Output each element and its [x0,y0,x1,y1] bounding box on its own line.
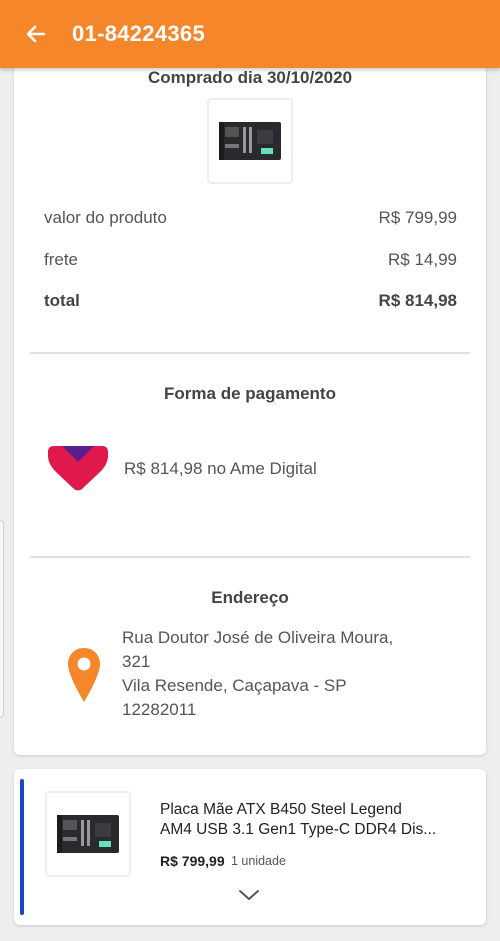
item-quantity: 1 unidade [231,854,286,868]
item-name-line: AM4 USB 3.1 Gen1 Type-C DDR4 Dis... [160,821,437,838]
shipping-row: frete R$ 14,99 [44,250,457,270]
chevron-down-icon[interactable] [237,887,261,903]
address-line: 12282011 [122,700,197,719]
address-line: Rua Doutor José de Oliveira Moura, [122,628,394,647]
divider [30,352,470,354]
total-label: total [44,291,80,310]
item-thumbnail [45,791,131,877]
shipping-label: frete [44,250,79,269]
motherboard-image [219,122,281,160]
address-line: Vila Resende, Caçapava - SP [122,676,347,695]
order-summary-card: Comprado dia 30/10/2020 valor do produto… [14,40,486,755]
item-name-line: Placa Mãe ATX B450 Steel Legend [160,801,402,818]
product-value-amount: R$ 799,99 [378,208,457,227]
address-line: 321 [122,652,151,671]
product-value-label: valor do produto [44,208,167,227]
payment-description: R$ 814,98 no Ame Digital [124,459,317,478]
product-thumbnail [207,98,293,184]
motherboard-image [57,815,119,853]
shipping-amount: R$ 14,99 [388,250,457,269]
order-item-card[interactable]: Placa Mãe ATX B450 Steel Legend AM4 USB … [14,769,486,925]
address-section-title: Endereço [211,588,289,607]
accent-bar [20,779,24,915]
purchase-date: Comprado dia 30/10/2020 [147,68,353,87]
payment-section-title: Forma de pagamento [164,384,336,403]
app-bar: 01-84224365 [0,0,500,68]
delivery-address: Rua Doutor José de Oliveira Moura, 321 V… [122,626,462,722]
arrow-left-icon [26,25,46,43]
order-number-title: 01-84224365 [72,21,205,46]
side-edge-tab [0,520,4,718]
divider [30,556,470,558]
item-name: Placa Mãe ATX B450 Steel Legend AM4 USB … [160,800,460,840]
item-price: R$ 799,99 [160,853,225,869]
total-amount: R$ 814,98 [378,291,457,310]
product-value-row: valor do produto R$ 799,99 [44,208,457,228]
back-button[interactable] [18,16,54,52]
ame-digital-logo [48,446,108,491]
location-pin-icon [68,648,100,702]
total-row: total R$ 814,98 [44,291,457,311]
